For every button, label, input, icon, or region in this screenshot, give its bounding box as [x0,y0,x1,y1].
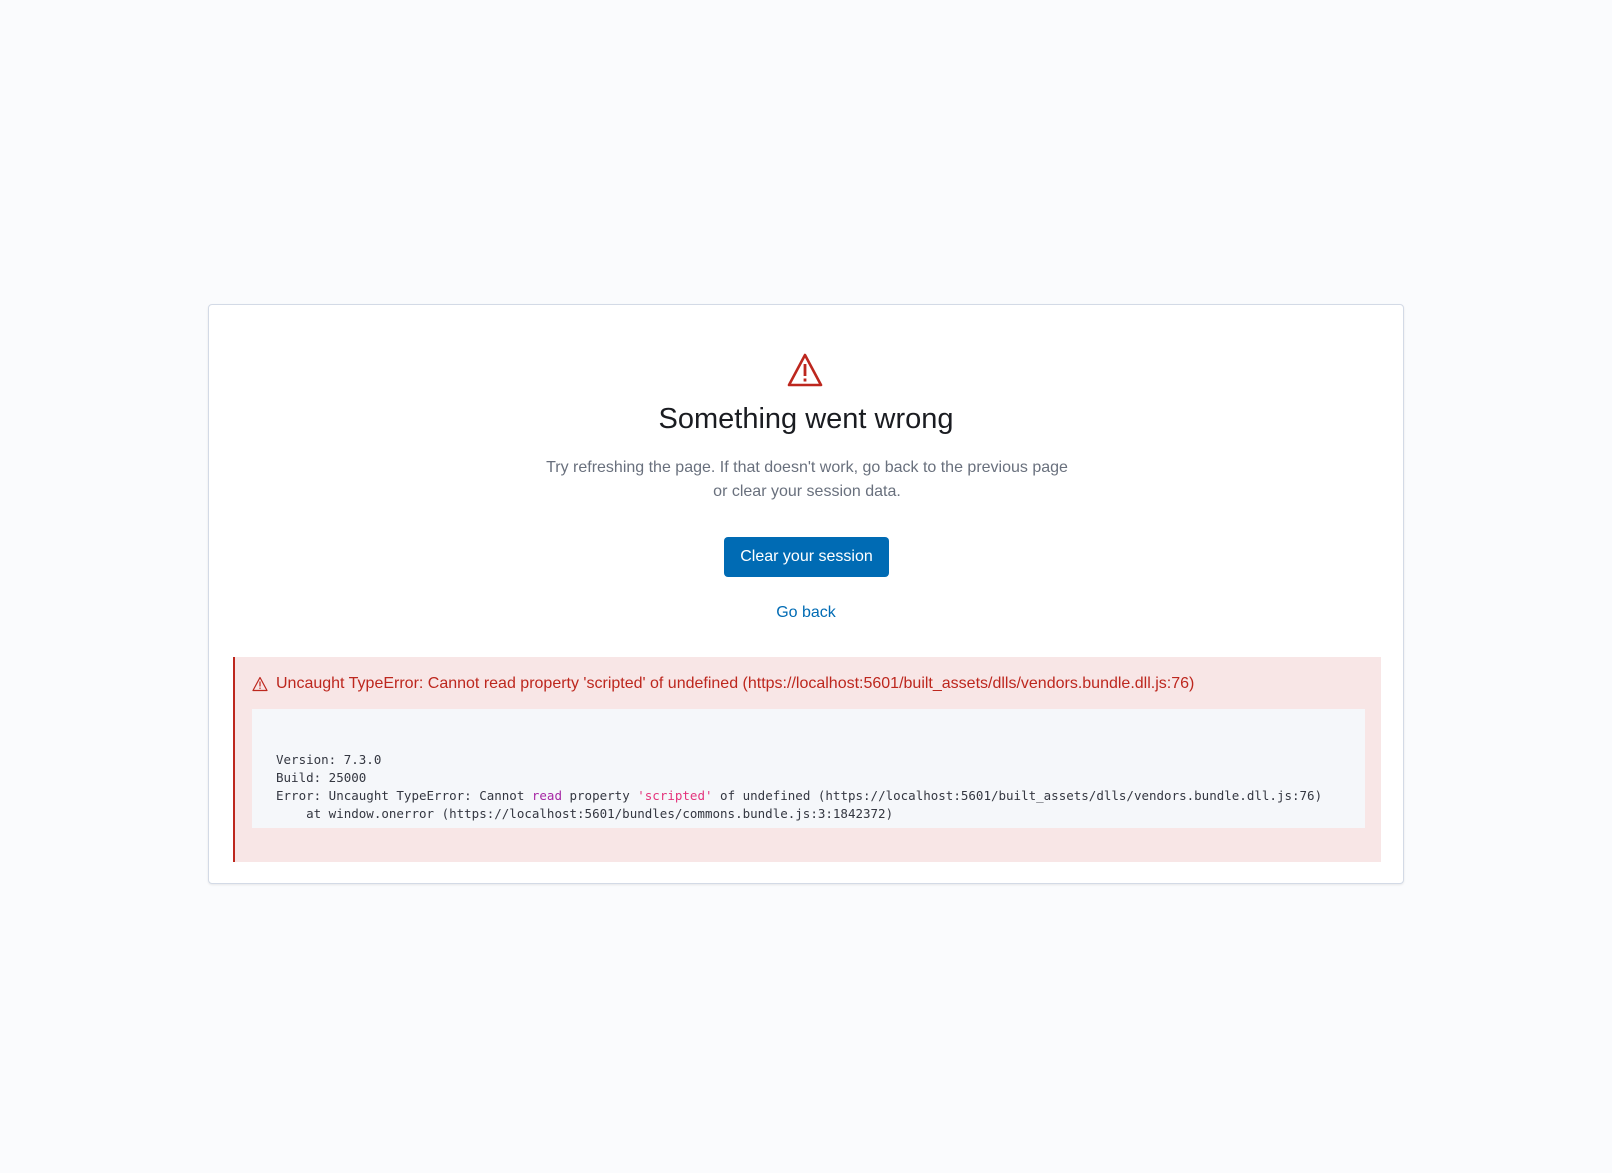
error-mid: property [561,788,638,803]
error-panel: Something went wrong Try refreshing the … [208,304,1404,884]
error-line: Error: Uncaught TypeError: Cannot read p… [276,787,1341,805]
error-suffix: of undefined (https://localhost:5601/bui… [712,788,1323,803]
go-back-link[interactable]: Go back [209,601,1403,625]
error-string: 'scripted' [637,788,713,803]
version-line: Version: 7.3.0 [276,752,382,767]
alert-icon [787,353,823,387]
callout-header: Uncaught TypeError: Cannot read property… [252,672,1194,696]
warning-icon [252,676,268,692]
callout-title: Uncaught TypeError: Cannot read property… [276,675,1195,692]
page-title: Something went wrong [658,403,954,435]
build-line: Build: 25000 [276,770,367,785]
clear-session-button[interactable]: Clear your session [724,537,889,577]
error-prefix: Error: Uncaught TypeError: Cannot [276,788,532,803]
go-back-label[interactable]: Go back [776,604,836,621]
stack-line: at window.onerror (https://localhost:560… [276,806,894,821]
error-keyword: read [531,788,562,803]
error-callout: Uncaught TypeError: Cannot read property… [233,657,1381,862]
error-description: Try refreshing the page. If that doesn't… [546,459,1068,500]
error-code-block: Version: 7.3.0 Build: 25000 Error: Uncaugh… [252,709,1365,828]
